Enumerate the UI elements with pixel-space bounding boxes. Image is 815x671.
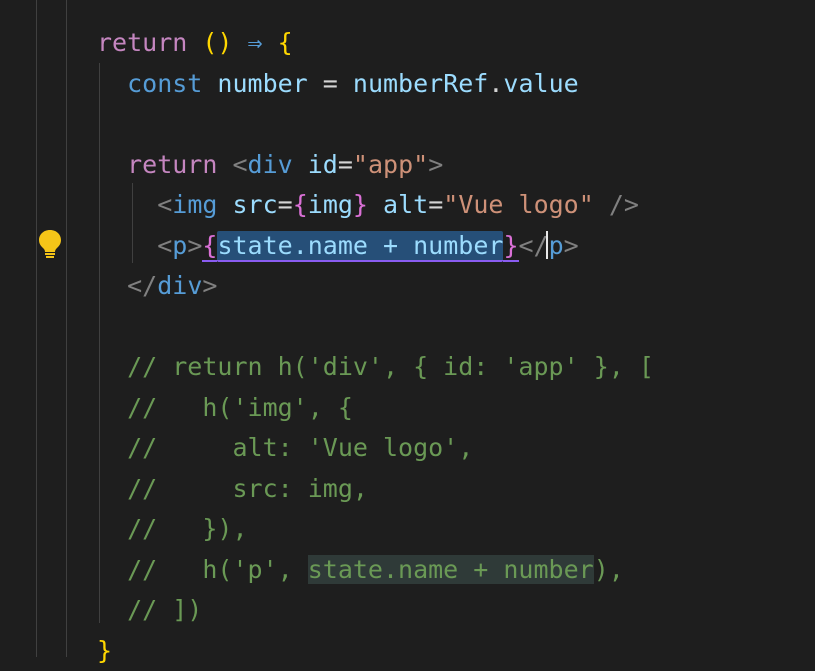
code-token: state.name + number xyxy=(217,230,504,262)
code-line[interactable]: return () ⇒ { xyxy=(97,23,293,63)
code-editor[interactable]: return () ⇒ { const number = numberRef.v… xyxy=(0,0,815,665)
code-token: = xyxy=(428,190,444,219)
code-line[interactable]: </div> xyxy=(97,266,217,306)
code-token: </ xyxy=(97,271,158,300)
code-token: { xyxy=(202,230,218,262)
code-token: > xyxy=(428,149,444,179)
code-token: /> xyxy=(593,190,639,219)
code-line[interactable]: <p>{state.name + number}</p> xyxy=(97,226,579,266)
code-token: } xyxy=(503,230,519,262)
code-line[interactable]: // return h('div', { id: 'app' }, [ xyxy=(97,347,654,387)
code-token: // h('p', xyxy=(97,554,308,584)
code-token: > xyxy=(202,271,218,300)
code-token: src xyxy=(232,190,278,219)
code-token: // }), xyxy=(97,514,248,543)
code-token: img xyxy=(307,190,353,219)
code-token: { xyxy=(277,28,293,57)
code-token: return xyxy=(97,28,188,57)
code-token: ⇒ xyxy=(247,28,263,57)
code-token: p xyxy=(172,230,188,260)
code-token: // h('img', { xyxy=(97,392,353,422)
code-token: = xyxy=(307,68,353,98)
code-token: div xyxy=(247,149,293,179)
code-token: . xyxy=(488,68,504,98)
code-line[interactable]: // }), xyxy=(97,509,248,549)
code-line[interactable]: // alt: 'Vue logo', xyxy=(97,428,473,468)
lightbulb-icon[interactable] xyxy=(38,229,62,259)
code-token: img xyxy=(172,190,218,219)
code-token: alt xyxy=(383,190,429,219)
code-token: // alt: 'Vue logo', xyxy=(97,433,474,462)
code-token: { xyxy=(292,190,308,219)
code-token: number xyxy=(217,68,308,98)
code-token: return xyxy=(97,149,233,179)
code-token: "Vue logo" xyxy=(443,190,594,219)
code-token: id xyxy=(307,149,338,179)
code-token: numberRef xyxy=(352,68,489,98)
code-line[interactable]: // ]) xyxy=(97,590,202,630)
code-token: div xyxy=(157,271,203,300)
code-line[interactable]: } xyxy=(97,631,112,671)
code-token: </ xyxy=(518,230,549,260)
code-token: = xyxy=(277,190,293,219)
code-token: < xyxy=(232,149,248,179)
code-token: < xyxy=(97,190,173,219)
code-token: } xyxy=(97,635,113,665)
code-token: > xyxy=(563,230,579,260)
code-token: } xyxy=(352,190,368,219)
code-line[interactable]: // src: img, xyxy=(97,469,368,509)
code-token: const xyxy=(97,68,218,98)
code-token: < xyxy=(97,230,173,260)
code-line[interactable]: return <div id="app"> xyxy=(97,145,443,185)
code-line[interactable]: // h('img', { xyxy=(97,388,353,428)
code-token: // ]) xyxy=(97,595,203,624)
code-token: () xyxy=(202,28,233,57)
indent-guide xyxy=(66,0,67,657)
code-line[interactable]: const number = numberRef.value xyxy=(97,64,579,104)
code-token: "app" xyxy=(352,149,429,179)
code-token: = xyxy=(337,149,353,179)
code-token: state.name + number xyxy=(307,554,594,584)
indent-guide xyxy=(36,0,37,657)
text-cursor xyxy=(546,231,548,259)
code-token: // return h('div', { id: 'app' }, [ xyxy=(97,352,654,381)
code-token: // src: img, xyxy=(97,473,368,503)
code-line[interactable]: // h('p', state.name + number), xyxy=(97,550,624,590)
code-token: > xyxy=(187,230,203,260)
code-token: ), xyxy=(593,554,624,584)
code-token: value xyxy=(503,68,579,98)
code-line[interactable]: <img src={img} alt="Vue logo" /> xyxy=(97,185,639,225)
code-token: p xyxy=(548,230,564,260)
